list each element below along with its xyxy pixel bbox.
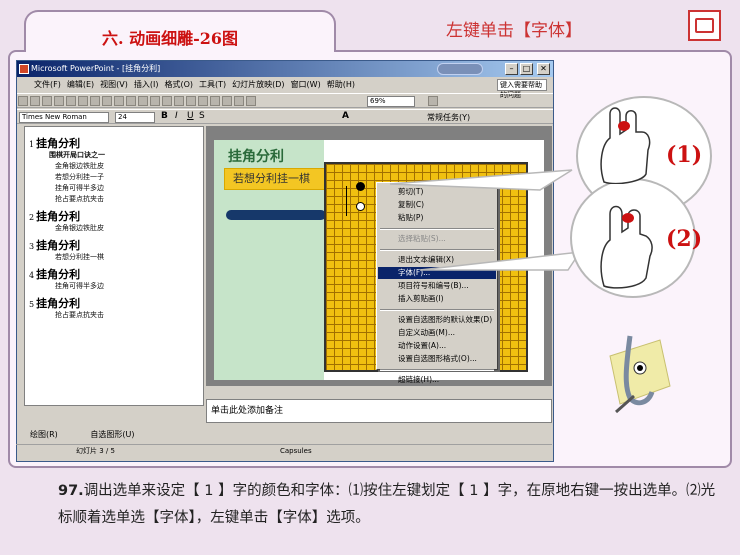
notes-pane[interactable]: 单击此处添加备注 — [206, 399, 552, 423]
outline-bullet[interactable]: 挂角可得半多边 — [55, 281, 104, 291]
step-1-label: (1) — [666, 142, 703, 168]
font-size-combo[interactable]: 24 — [115, 112, 155, 123]
open-icon[interactable] — [30, 96, 40, 106]
grayscale-icon[interactable] — [246, 96, 256, 106]
menu-item[interactable]: 编辑(E) — [64, 78, 97, 92]
menu-item[interactable]: 幻灯片放映(D) — [229, 78, 287, 92]
chart-icon[interactable] — [174, 96, 184, 106]
copy-icon[interactable] — [114, 96, 124, 106]
lesson-title: 六. 动画细雕-26图 — [102, 29, 239, 48]
font-name-combo[interactable]: Times New Roman — [19, 112, 109, 123]
save-icon[interactable] — [42, 96, 52, 106]
action-hint: 左键单击【字体】 — [446, 21, 582, 41]
outline-bullet[interactable]: 抢占要点抗夹击 — [55, 310, 104, 320]
outline-slide-title[interactable]: 4 挂角分利 — [29, 266, 80, 282]
menu-item[interactable]: 文件(F) — [31, 78, 64, 92]
menu-item[interactable]: 格式(O) — [161, 78, 196, 92]
close-icon[interactable]: ✕ — [537, 63, 550, 75]
paste-icon[interactable] — [126, 96, 136, 106]
tables-borders-icon[interactable] — [198, 96, 208, 106]
step-caption: 97.调出选单来设定【 1 】字的颜色和字体：⑴按住左键划定【 1 】字，在原地… — [58, 478, 724, 532]
expand-all-icon[interactable] — [222, 96, 232, 106]
table-icon[interactable] — [186, 96, 196, 106]
underline-button[interactable]: U — [187, 111, 194, 121]
outline-bullet[interactable]: 挂角可得半多边 — [55, 183, 104, 193]
print-icon[interactable] — [66, 96, 76, 106]
show-formatting-icon[interactable] — [234, 96, 244, 106]
menu-item[interactable]: 插入(I) — [131, 78, 162, 92]
undo-icon[interactable] — [150, 96, 160, 106]
outline-bullet[interactable]: 金角银边铁肚皮 — [55, 161, 104, 171]
context-menu-item[interactable]: 动作设置(A)... — [378, 340, 496, 352]
menu-bar: 文件(F) 编辑(E) 视图(V) 插入(I) 格式(O) 工具(T) 幻灯片放映(D) 窗口… — [17, 78, 553, 92]
new-icon[interactable] — [18, 96, 28, 106]
outline-slide-title[interactable]: 3 挂角分利 — [29, 237, 80, 253]
slide-title[interactable]: 挂角分利 — [228, 146, 284, 166]
outline-slide-title[interactable]: 1 挂角分利 — [29, 135, 80, 151]
slide-subtitle-box[interactable]: 若想分利挂一棋 — [224, 168, 334, 190]
menu-separator — [380, 369, 494, 371]
powerpoint-app-icon — [19, 64, 29, 74]
outline-bullet[interactable]: 若想分利挂一棋 — [55, 252, 104, 262]
spelling-icon[interactable] — [90, 96, 100, 106]
status-design-name: Capsules — [280, 447, 312, 455]
outline-pane[interactable]: 1 挂角分利 围棋开局口诀之一 金角银边铁肚皮 若想分利挂一子 挂角可得半多边 抢占要点抗夹… — [24, 126, 204, 406]
shadow-button[interactable]: S — [199, 111, 205, 121]
insert-table-icon[interactable] — [210, 96, 220, 106]
status-slide-count: 幻灯片 3 / 5 — [76, 447, 115, 455]
outline-slide-title[interactable]: 5 挂角分利 — [29, 295, 80, 311]
help-search-input[interactable]: 键入需要帮助的问题 — [497, 79, 547, 99]
mouse-hand-icon-2 — [600, 205, 653, 289]
outline-bullet[interactable]: 抢占要点抗夹击 — [55, 194, 104, 204]
outline-bullet[interactable]: 若想分利挂一子 — [55, 172, 104, 182]
step-description: 调出选单来设定【 1 】字的颜色和字体：⑴按住左键划定【 1 】字，在原地右键一… — [58, 483, 716, 526]
bold-button[interactable]: B — [161, 111, 168, 121]
drawing-toolbar: 绘图(R) 自选图形(U) — [16, 428, 552, 442]
email-icon[interactable] — [54, 96, 64, 106]
outline-bullet[interactable]: 金角银边铁肚皮 — [55, 223, 104, 233]
menu-item[interactable]: 帮助(H) — [324, 78, 358, 92]
autoshape-button[interactable]: 自选图形(U) — [90, 430, 134, 439]
context-menu-item[interactable]: 设置自选图形格式(O)... — [378, 353, 496, 365]
menu-item[interactable]: 视图(V) — [97, 78, 131, 92]
menu-item[interactable]: 工具(T) — [196, 78, 229, 92]
lesson-title-tab: 六. 动画细雕-26图 — [24, 10, 336, 52]
help-badge — [437, 63, 483, 75]
draw-menu-button[interactable]: 绘图(R) — [30, 430, 58, 439]
slide-decorative-bar — [226, 210, 326, 220]
presentation-slide-icon[interactable] — [688, 10, 721, 41]
outline-slide-title[interactable]: 2 挂角分利 — [29, 208, 80, 224]
format-painter-icon[interactable] — [138, 96, 148, 106]
italic-button[interactable]: I — [175, 111, 178, 121]
step-number: 97. — [58, 483, 84, 499]
mouse-hand-icon — [600, 107, 651, 184]
redo-icon[interactable] — [162, 96, 172, 106]
outline-bullet[interactable]: 围棋开局口诀之一 — [49, 150, 105, 160]
context-menu-item[interactable]: 超链接(H)... — [378, 374, 496, 386]
preview-icon[interactable] — [78, 96, 88, 106]
step-2-label: (2) — [666, 226, 703, 252]
cut-icon[interactable] — [102, 96, 112, 106]
menu-item[interactable]: 窗口(W) — [288, 78, 324, 92]
magnifier-mascot-icon — [609, 335, 671, 414]
status-bar: 幻灯片 3 / 5 Capsules — [16, 444, 552, 456]
maximize-icon[interactable]: □ — [520, 63, 533, 75]
minimize-icon[interactable]: – — [505, 63, 518, 75]
